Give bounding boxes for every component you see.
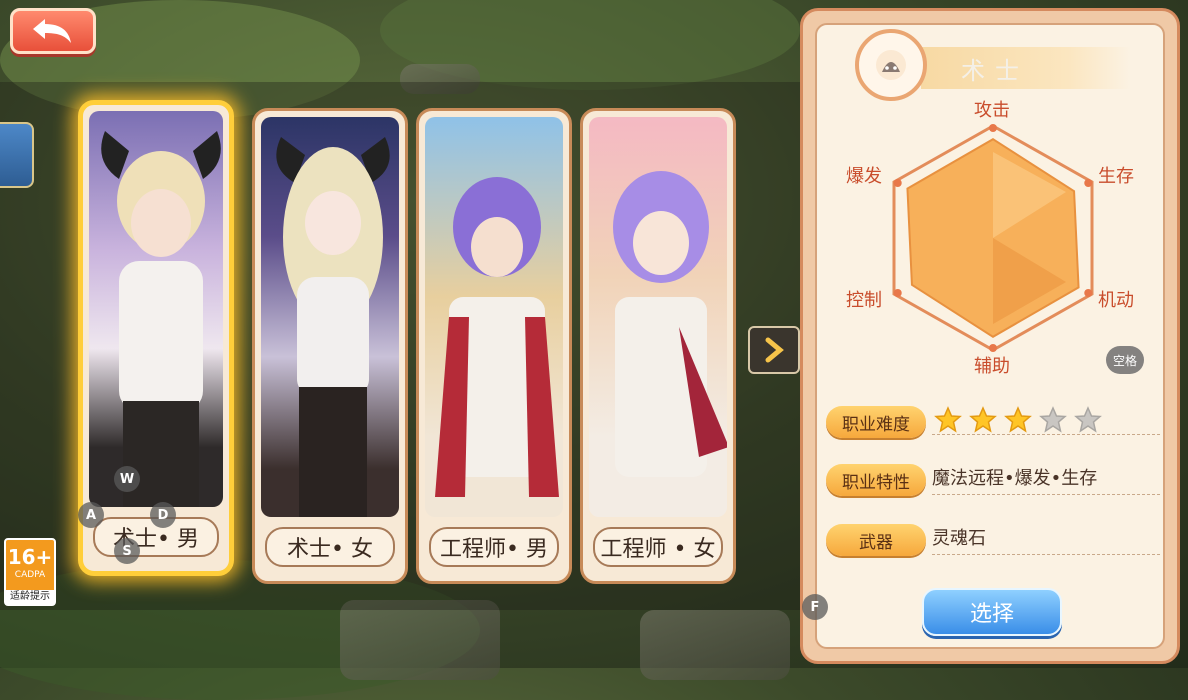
- card-label: 工程师 • 女: [593, 527, 723, 567]
- age-rating-number: 16+: [7, 545, 53, 569]
- star-icon: [1039, 406, 1067, 433]
- difficulty-label: 职业难度: [826, 406, 926, 438]
- radar-vertex-dot: [1084, 179, 1093, 187]
- age-rating-org: CADPA: [14, 570, 46, 580]
- side-menu-icon[interactable]: [0, 122, 34, 188]
- key-hint-f: F: [802, 594, 828, 620]
- chevron-right-icon: [765, 337, 784, 363]
- character-portrait-engineer-male: [425, 117, 563, 517]
- radar-label-support: 辅助: [974, 356, 1010, 377]
- radar-vertex-dot: [893, 179, 902, 187]
- back-button[interactable]: [10, 8, 96, 54]
- star-icon: [1004, 406, 1032, 433]
- class-card-engineer-male[interactable]: 工程师• 男: [416, 108, 572, 584]
- radar-vertex-dot: [989, 344, 997, 352]
- age-rating-hint: 适龄提示: [6, 590, 54, 604]
- mage-hat-icon: [876, 50, 906, 80]
- radar-label-attack: 攻击: [974, 100, 1010, 121]
- class-title: 术士: [921, 47, 1131, 89]
- character-portrait-warlock-male: [89, 111, 223, 507]
- star-icon: [1074, 406, 1102, 433]
- star-icon: [934, 406, 962, 433]
- class-card-warlock-female[interactable]: 术士• 女: [252, 108, 408, 584]
- key-hint-d: D: [150, 502, 176, 528]
- radar-label-survival: 生存: [1098, 166, 1134, 187]
- weapon-value: 灵魂石: [932, 524, 1160, 555]
- star-icon: [969, 406, 997, 433]
- age-rating-badge: 16+ CADPA 适龄提示: [4, 538, 56, 606]
- weapon-label: 武器: [826, 524, 926, 556]
- key-hint-space: 空格: [1106, 346, 1144, 374]
- trait-value: 魔法远程•爆发•生存: [932, 464, 1160, 495]
- radar-vertex-dot: [893, 289, 902, 297]
- radar-label-burst: 爆发: [846, 166, 882, 187]
- radar-vertex-dot: [1084, 289, 1093, 297]
- radar-label-control: 控制: [846, 290, 882, 311]
- radar-label-mobility: 机动: [1098, 290, 1134, 311]
- class-card-engineer-female[interactable]: 工程师 • 女: [580, 108, 736, 584]
- next-page-button[interactable]: [748, 326, 800, 374]
- select-button[interactable]: 选择: [922, 588, 1062, 636]
- character-portrait-warlock-female: [261, 117, 399, 517]
- key-hint-s: S: [114, 538, 140, 564]
- class-radar-chart: [892, 124, 1094, 352]
- class-title-badge: [855, 29, 927, 101]
- character-portrait-engineer-female: [589, 117, 727, 517]
- radar-vertex-dot: [989, 124, 997, 132]
- back-arrow-icon: [33, 19, 71, 43]
- key-hint-w: W: [114, 466, 140, 492]
- card-label: 术士• 女: [265, 527, 395, 567]
- trait-label: 职业特性: [826, 464, 926, 496]
- card-label: 工程师• 男: [429, 527, 559, 567]
- key-hint-a: A: [78, 502, 104, 528]
